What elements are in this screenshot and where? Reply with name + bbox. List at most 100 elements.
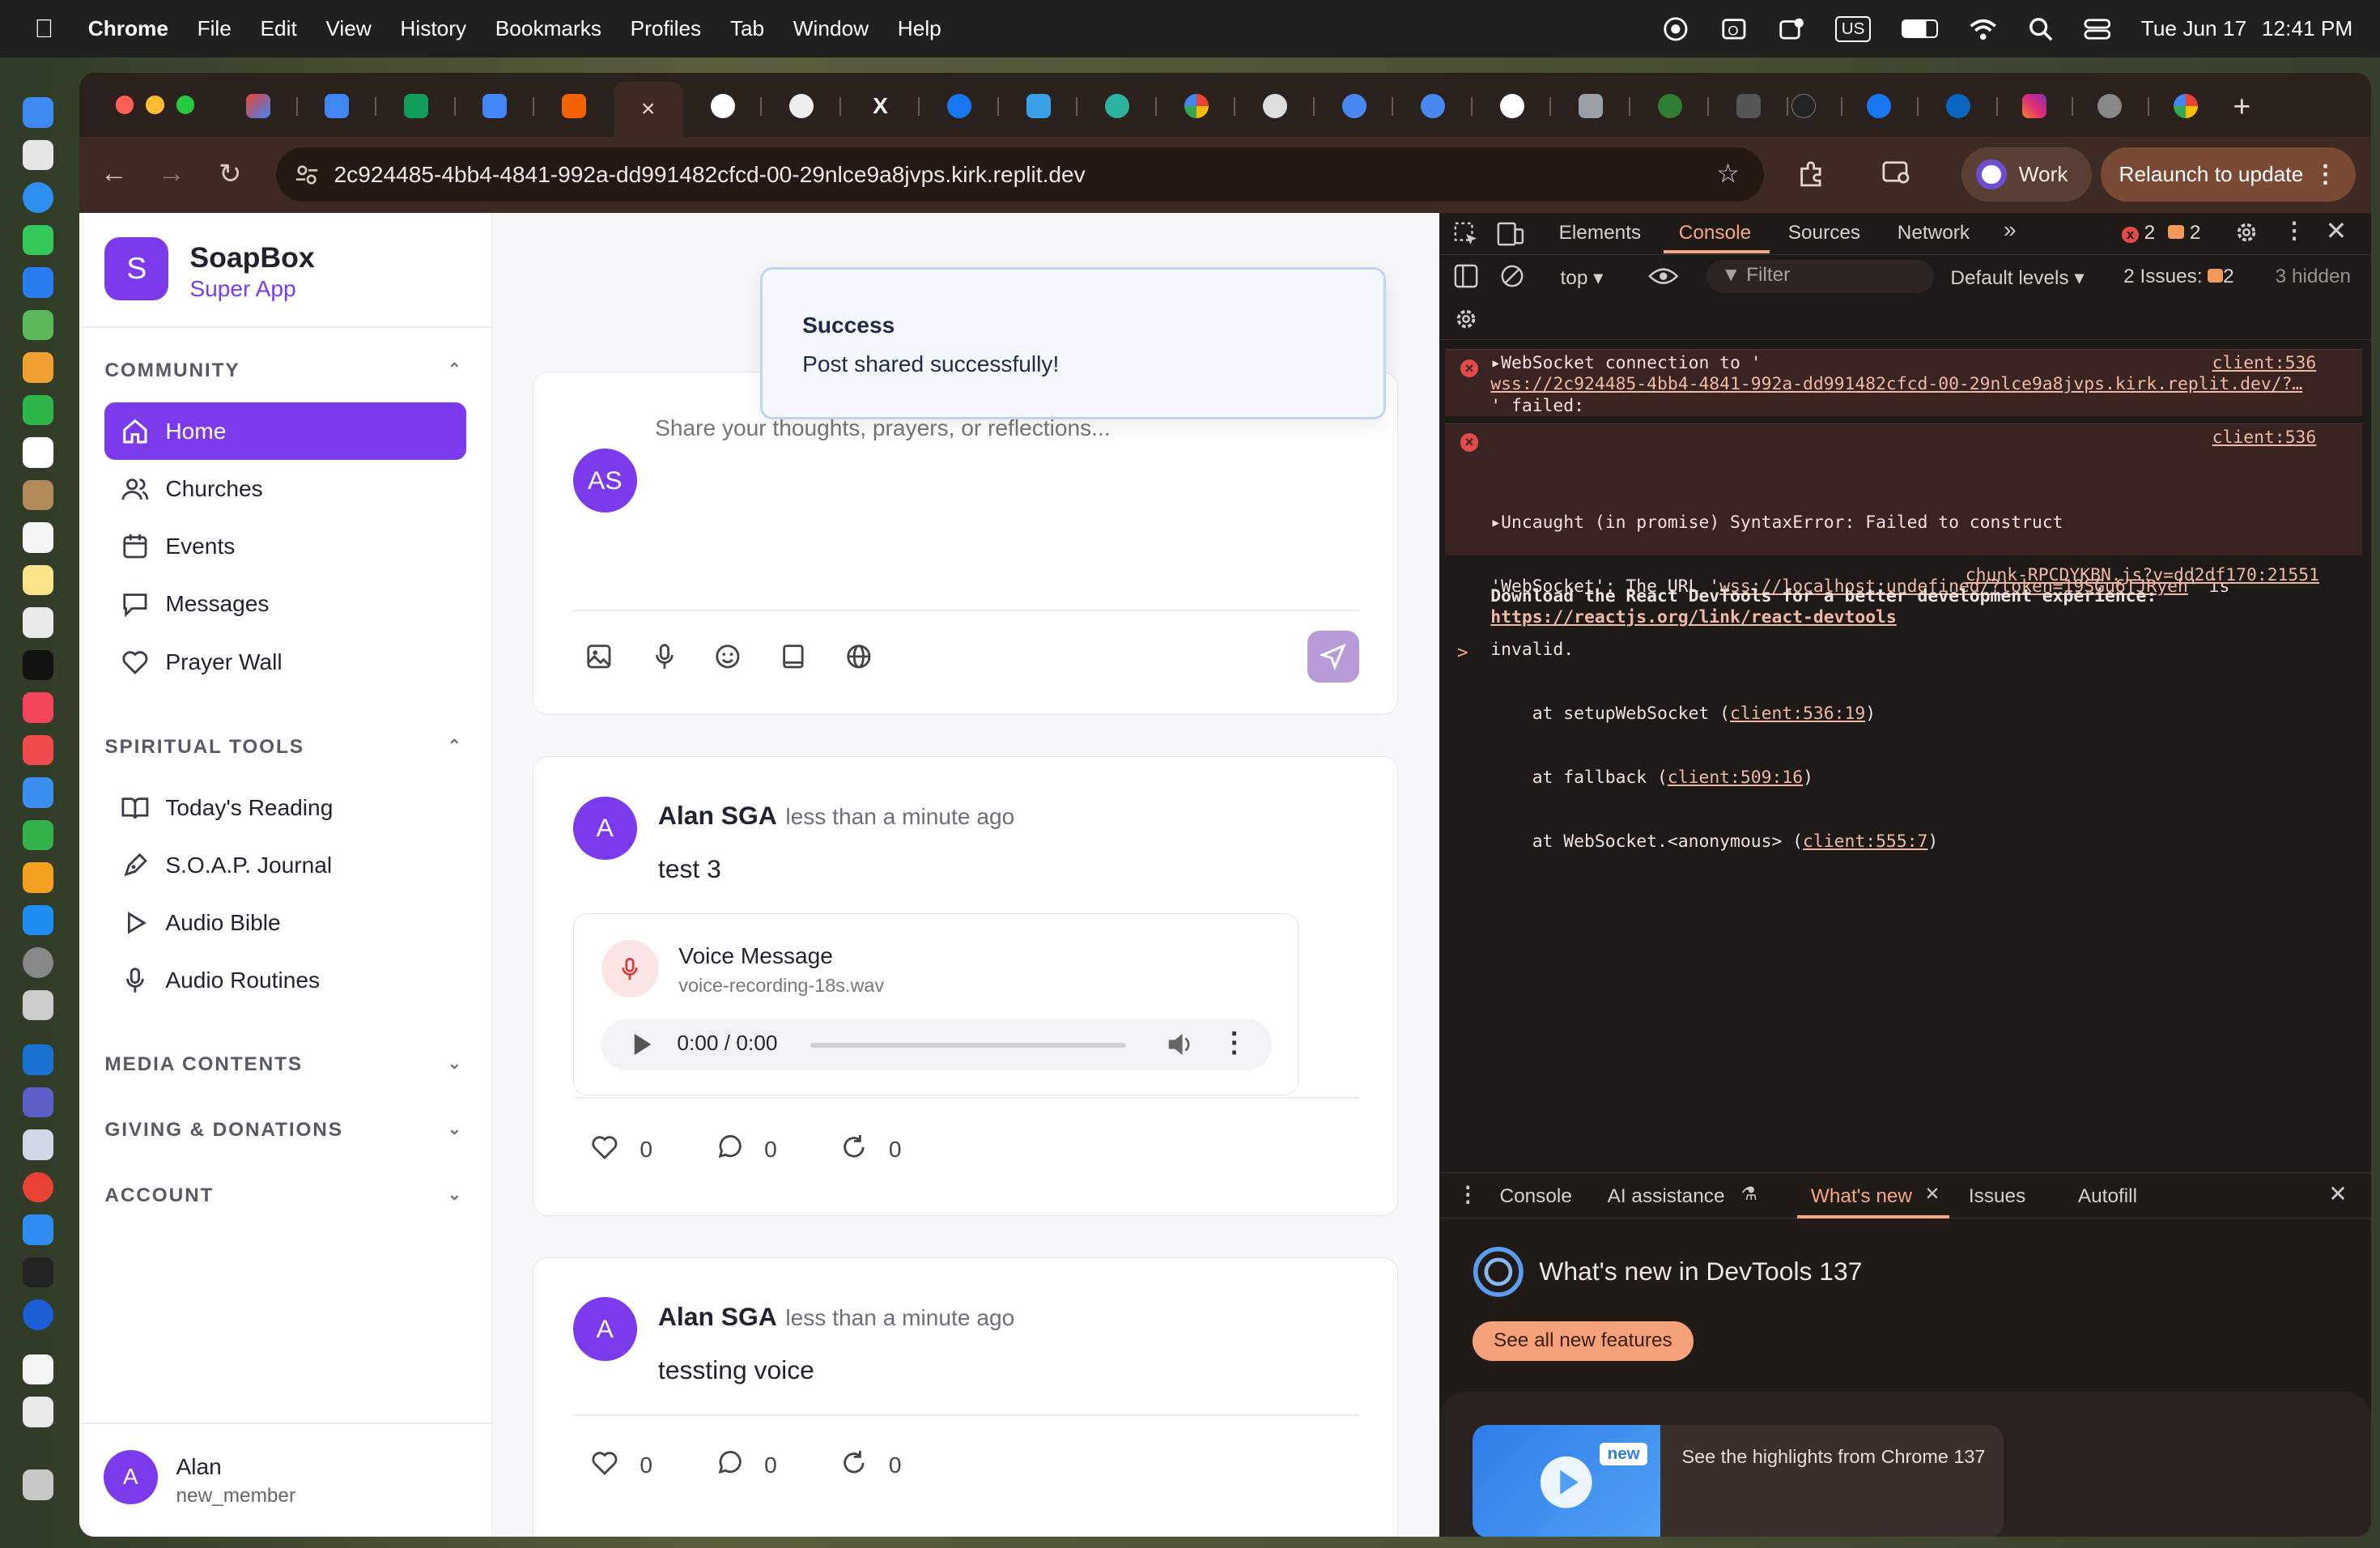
chrome-dock-icon[interactable] xyxy=(23,1172,53,1202)
menu-window[interactable]: Window xyxy=(793,16,869,41)
share-button[interactable]: 0 xyxy=(840,1133,902,1167)
photos-icon[interactable] xyxy=(23,352,53,383)
reminders-icon[interactable] xyxy=(23,522,53,553)
highlight-card[interactable]: new See the highlights from Chrome 137 xyxy=(1472,1424,2004,1537)
testflight-icon[interactable] xyxy=(23,1214,53,1245)
close-window-button[interactable] xyxy=(115,96,134,114)
like-button[interactable]: 0 xyxy=(591,1133,652,1167)
tab-github-1[interactable] xyxy=(683,87,763,126)
menu-app-name[interactable]: Chrome xyxy=(88,16,168,41)
audio-player[interactable]: 0:00 / 0:00 ⋮ xyxy=(601,1019,1273,1070)
extensions-puzzle-icon[interactable] xyxy=(1797,159,1825,187)
tab-google-1[interactable] xyxy=(1157,87,1236,126)
safari-icon[interactable] xyxy=(23,182,53,213)
tab-docs-2[interactable] xyxy=(456,87,534,126)
section-community[interactable]: COMMUNITY ⌃ xyxy=(104,359,469,382)
sidebar-item-churches[interactable]: Churches xyxy=(104,460,465,517)
section-giving-donations[interactable]: GIVING & DONATIONS ⌄ xyxy=(104,1119,469,1142)
tab-openai-1[interactable] xyxy=(762,87,841,126)
sidebar-item-prayer-wall[interactable]: Prayer Wall xyxy=(104,633,465,691)
tab-linkedin[interactable] xyxy=(1919,87,1998,126)
warning-count-badge[interactable]: 2 xyxy=(2167,222,2200,245)
console-error-syntax[interactable]: × client:536 ▸Uncaught (in promise) Synt… xyxy=(1445,423,2362,852)
tab-instagram[interactable] xyxy=(1995,87,2074,126)
share-button[interactable]: 0 xyxy=(840,1449,902,1482)
log-levels-dropdown[interactable]: Default levels ▾ xyxy=(1950,266,2084,290)
url-text[interactable]: 2c924485-4bb4-4841-992a-dd991482cfcd-00-… xyxy=(334,162,1086,188)
freeform-icon[interactable] xyxy=(23,607,53,638)
stack-link[interactable]: client:555:7 xyxy=(1803,831,1927,852)
site-info-icon[interactable] xyxy=(295,163,319,187)
pages-icon[interactable] xyxy=(23,862,53,893)
1password-icon[interactable] xyxy=(23,1299,53,1330)
device-toolbar-icon[interactable] xyxy=(1497,222,1524,246)
new-tab-button[interactable]: + xyxy=(2219,87,2264,126)
tab-leaf[interactable] xyxy=(1630,87,1710,126)
globe-icon[interactable] xyxy=(845,643,873,677)
bible-icon[interactable] xyxy=(780,643,807,677)
post-avatar[interactable]: A xyxy=(572,1297,637,1361)
console-settings-icon[interactable] xyxy=(1454,307,1478,331)
outlook-icon[interactable] xyxy=(23,1044,53,1075)
bookmark-star-icon[interactable]: ☆ xyxy=(1716,158,1740,189)
devtools-tab-console[interactable]: Console xyxy=(1679,222,1751,245)
iphone-mirroring-icon[interactable] xyxy=(23,989,53,1020)
close-whats-new-icon[interactable]: ✕ xyxy=(1925,1184,1940,1205)
more-tabs-icon[interactable]: » xyxy=(2004,217,2017,243)
tab-google-3[interactable] xyxy=(2146,87,2225,126)
tab-docs-1[interactable] xyxy=(298,87,376,126)
comment-button[interactable]: 0 xyxy=(716,1449,777,1482)
audio-progress-bar[interactable] xyxy=(810,1043,1127,1048)
close-tab-icon[interactable]: × xyxy=(641,96,656,123)
sidebar-toggle-icon[interactable] xyxy=(1454,264,1478,288)
tv-icon[interactable] xyxy=(23,649,53,680)
numbers-icon[interactable] xyxy=(23,819,53,850)
tab-dark[interactable] xyxy=(1764,87,1843,126)
teams-status-icon[interactable] xyxy=(1778,15,1805,43)
console-filter-input[interactable]: ▼ Filter xyxy=(1706,259,1934,293)
sidebar-item-events[interactable]: Events xyxy=(104,517,465,575)
tab-openai-2[interactable] xyxy=(1235,87,1315,126)
highlight-video-thumbnail[interactable]: new xyxy=(1472,1424,1661,1537)
post-author[interactable]: Alan SGA xyxy=(658,1302,777,1332)
drawer-tab-autofill[interactable]: Autofill xyxy=(2078,1185,2137,1208)
control-center-icon[interactable] xyxy=(2083,17,2111,41)
sidebar-item-messages[interactable]: Messages xyxy=(104,576,465,633)
mail-icon[interactable] xyxy=(23,267,53,298)
relaunch-to-update-button[interactable]: Relaunch to update ⋮ xyxy=(2101,147,2356,202)
keyboard-layout[interactable]: US xyxy=(1835,15,1872,42)
user-name[interactable]: Alan xyxy=(176,1454,222,1480)
inspect-element-icon[interactable] xyxy=(1454,222,1478,246)
forward-icon[interactable]: → xyxy=(158,158,185,189)
documents-folder-icon[interactable] xyxy=(23,1354,53,1384)
wifi-icon[interactable] xyxy=(1968,17,1999,41)
outlook-status-icon[interactable]: O xyxy=(1720,15,1748,43)
zoom-window-button[interactable] xyxy=(176,96,194,114)
user-avatar[interactable]: A xyxy=(103,1449,158,1505)
comment-button[interactable]: 0 xyxy=(716,1133,777,1167)
more-vert-icon[interactable]: ⋮ xyxy=(2314,160,2338,189)
error-source-link[interactable]: client:536 xyxy=(2212,427,2317,449)
issues-button[interactable]: 2 Issues: 2 xyxy=(2123,266,2234,288)
sidebar-item-audio-bible[interactable]: Audio Bible xyxy=(104,894,465,951)
success-toast[interactable]: Success Post shared successfully! xyxy=(760,267,1386,419)
reload-icon[interactable]: ↻ xyxy=(219,158,241,190)
devtools-tab-sources[interactable]: Sources xyxy=(1788,222,1860,245)
devtools-tab-network[interactable]: Network xyxy=(1898,222,1970,245)
post-avatar[interactable]: A xyxy=(572,796,637,861)
volume-icon[interactable] xyxy=(1166,1032,1193,1063)
battery-icon[interactable] xyxy=(1901,19,1938,38)
context-selector[interactable]: top ▾ xyxy=(1561,266,1604,290)
audio-more-icon[interactable]: ⋮ xyxy=(1221,1027,1248,1059)
section-media-contents[interactable]: MEDIA CONTENTS ⌄ xyxy=(104,1053,469,1076)
drawer-tab-issues[interactable]: Issues xyxy=(1969,1185,2025,1208)
trash-icon[interactable] xyxy=(23,1469,53,1500)
minimize-window-button[interactable] xyxy=(146,96,164,114)
menu-date[interactable]: Tue Jun 17 xyxy=(2141,16,2246,41)
tab-chrome-ext-1[interactable] xyxy=(1315,87,1394,126)
profile-button[interactable]: Work xyxy=(1961,147,2092,202)
teams-icon[interactable] xyxy=(23,1087,53,1117)
close-drawer-icon[interactable]: ✕ xyxy=(2328,1180,2348,1207)
calendar-app-icon[interactable] xyxy=(23,437,53,468)
clear-console-icon[interactable] xyxy=(1500,264,1524,288)
